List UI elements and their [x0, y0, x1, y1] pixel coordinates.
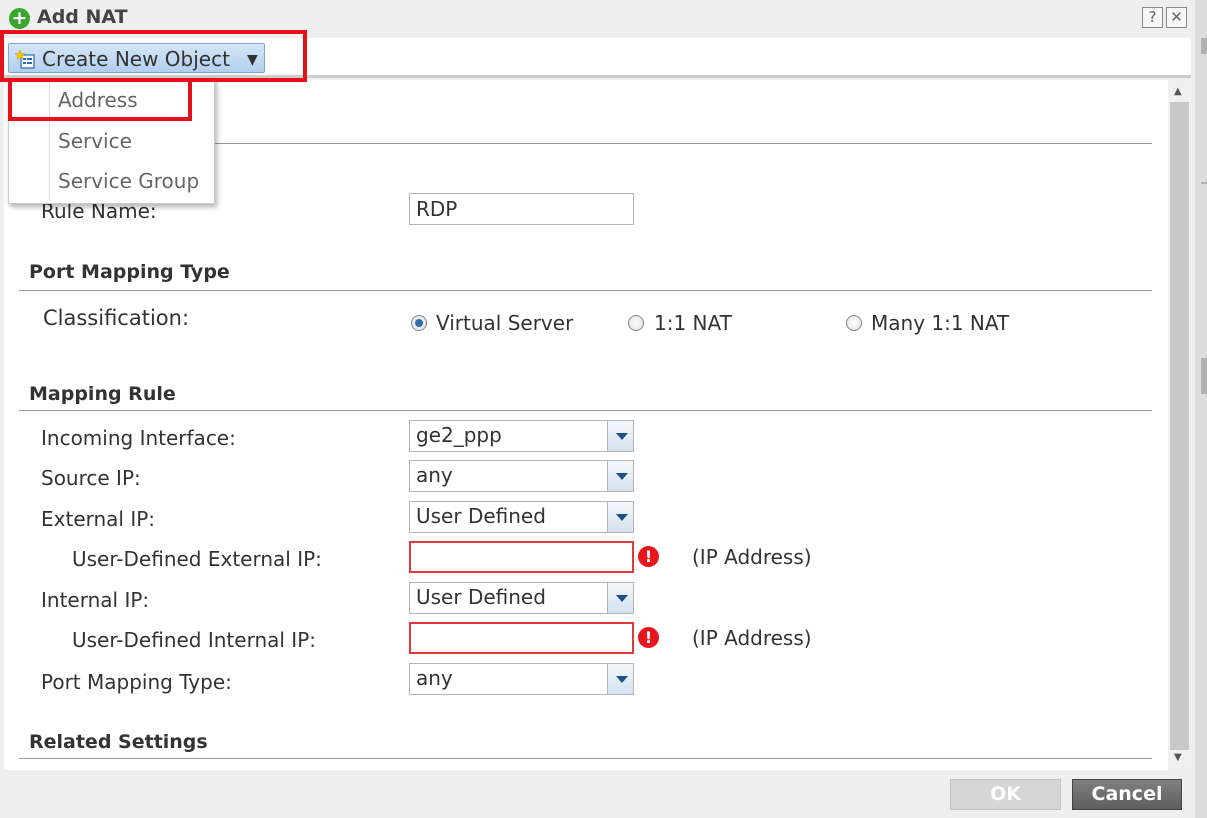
one-to-one-nat-label: 1:1 NAT — [654, 311, 732, 335]
related-settings-section-title: Related Settings — [29, 731, 208, 753]
dialog-title: Add NAT — [37, 6, 128, 28]
external-ip-select[interactable]: User Defined — [409, 501, 634, 533]
cancel-button[interactable]: Cancel — [1072, 779, 1182, 810]
many-one-to-one-nat-radio[interactable] — [846, 315, 862, 331]
incoming-interface-select[interactable]: ge2_ppp — [409, 420, 634, 452]
source-ip-label: Source IP: — [41, 466, 141, 490]
mapping-rule-section-title: Mapping Rule — [29, 383, 176, 405]
many-one-to-one-nat-label: Many 1:1 NAT — [871, 311, 1010, 335]
external-ip-value: User Defined — [416, 504, 546, 528]
chevron-down-icon — [607, 502, 633, 532]
divider — [19, 758, 1152, 759]
port-mapping-type-value: any — [416, 666, 453, 690]
scroll-up-icon[interactable]: ▲ — [1174, 86, 1182, 97]
virtual-server-radio[interactable] — [411, 315, 427, 331]
user-defined-internal-ip-input[interactable] — [409, 622, 634, 654]
external-ip-hint: (IP Address) — [692, 545, 812, 569]
user-defined-internal-ip-label: User-Defined Internal IP: — [72, 628, 316, 652]
incoming-interface-value: ge2_ppp — [416, 423, 502, 447]
background-strip — [1195, 0, 1207, 818]
source-ip-select[interactable]: any — [409, 460, 634, 492]
internal-ip-label: Internal IP: — [41, 588, 150, 612]
chevron-down-icon — [607, 461, 633, 491]
one-to-one-nat-radio[interactable] — [628, 315, 644, 331]
classification-label: Classification: — [43, 306, 190, 330]
highlight-box-address-item — [8, 78, 192, 121]
external-ip-label: External IP: — [41, 507, 156, 531]
internal-ip-select[interactable]: User Defined — [409, 582, 634, 614]
virtual-server-label: Virtual Server — [436, 311, 574, 335]
port-mapping-type-label: Port Mapping Type: — [41, 670, 232, 694]
add-nat-dialog: + Add NAT ? ✕ Create New Object ▼ Rule N… — [0, 0, 1207, 818]
strip-mark — [1201, 358, 1207, 394]
highlight-box-create-button — [0, 30, 307, 82]
menu-item-service[interactable]: Service — [58, 129, 132, 153]
error-icon: ! — [638, 627, 659, 648]
user-defined-external-ip-input[interactable] — [409, 541, 634, 573]
scroll-down-icon[interactable]: ▼ — [1174, 752, 1182, 763]
divider — [19, 290, 1152, 291]
help-icon[interactable]: ? — [1142, 7, 1163, 28]
port-mapping-type-select[interactable]: any — [409, 663, 634, 695]
internal-ip-value: User Defined — [416, 585, 546, 609]
close-icon[interactable]: ✕ — [1166, 7, 1187, 28]
source-ip-value: any — [416, 463, 453, 487]
error-icon: ! — [638, 546, 659, 567]
user-defined-external-ip-label: User-Defined External IP: — [72, 547, 322, 571]
add-circle-icon: + — [9, 8, 30, 29]
strip-mark — [1201, 182, 1207, 184]
scrollbar-thumb[interactable] — [1170, 102, 1189, 750]
rule-name-input[interactable]: RDP — [409, 193, 634, 225]
chevron-down-icon — [607, 421, 633, 451]
chevron-down-icon — [607, 583, 633, 613]
incoming-interface-label: Incoming Interface: — [41, 426, 236, 450]
strip-mark — [1201, 38, 1207, 54]
vertical-scrollbar[interactable]: ▲ ▼ — [1168, 80, 1191, 770]
ok-button[interactable]: OK — [950, 779, 1061, 810]
chevron-down-icon — [607, 664, 633, 694]
menu-item-service-group[interactable]: Service Group — [58, 169, 199, 193]
divider — [19, 410, 1152, 411]
internal-ip-hint: (IP Address) — [692, 626, 812, 650]
port-mapping-type-section-title: Port Mapping Type — [29, 261, 230, 283]
